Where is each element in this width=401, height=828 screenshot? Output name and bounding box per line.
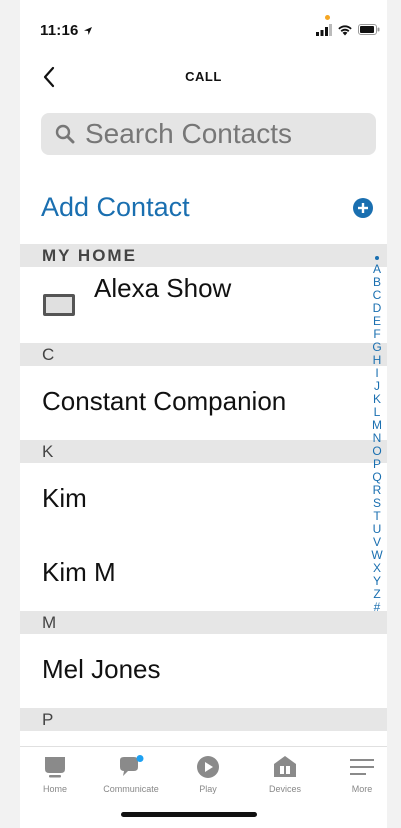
search-input[interactable] bbox=[85, 118, 365, 150]
tab-label: Communicate bbox=[103, 784, 159, 794]
contact-row[interactable]: Constant Companion bbox=[20, 366, 387, 440]
play-icon bbox=[197, 756, 219, 778]
bottom-tab-bar: Home Communicate Play Devices More bbox=[20, 746, 387, 808]
section-header-m: M bbox=[20, 611, 387, 634]
tab-home[interactable]: Home bbox=[20, 755, 90, 794]
section-header-c: C bbox=[20, 343, 387, 366]
privacy-indicator-dot bbox=[325, 15, 330, 20]
section-header-p: P bbox=[20, 708, 387, 731]
status-bar: 11:16 bbox=[20, 8, 387, 54]
devices-icon bbox=[274, 756, 296, 777]
tab-label: Play bbox=[199, 784, 217, 794]
section-header-k: K bbox=[20, 440, 387, 463]
navigation-bar: CALL bbox=[20, 54, 387, 98]
cellular-signal-icon bbox=[316, 24, 332, 36]
device-frame: 11:16 CALL Search Contacts Add Contact M… bbox=[0, 0, 401, 828]
index-top-dot[interactable] bbox=[375, 256, 379, 260]
screen: 11:16 CALL Search Contacts Add Contact M… bbox=[20, 8, 387, 826]
add-contact-link[interactable]: Add Contact bbox=[41, 192, 190, 223]
contact-name: Constant Companion bbox=[42, 386, 287, 416]
contact-name: Kim bbox=[42, 483, 87, 513]
alphabet-index[interactable]: A B C D E F G H I J K L M N O P Q R S T U V W X Y Z # bbox=[369, 254, 385, 614]
communicate-icon bbox=[120, 755, 144, 776]
tab-label: Home bbox=[42, 784, 67, 794]
contact-row[interactable]: Mel Jones bbox=[20, 634, 387, 708]
battery-icon bbox=[358, 24, 380, 35]
home-indicator bbox=[121, 812, 257, 817]
echo-show-device-icon bbox=[43, 294, 75, 316]
device-row-alexa-show[interactable]: Alexa Show bbox=[20, 267, 387, 343]
search-bar[interactable] bbox=[41, 113, 376, 155]
tab-label: More bbox=[351, 784, 373, 794]
contact-name: Mel Jones bbox=[42, 654, 161, 684]
contact-name: Kim M bbox=[42, 557, 116, 587]
contact-list: MY HOME Alexa Show C Constant Companion … bbox=[20, 244, 387, 731]
tab-communicate[interactable]: Communicate bbox=[96, 755, 166, 794]
page-title: CALL bbox=[185, 69, 222, 84]
index-letter[interactable]: # bbox=[369, 601, 385, 614]
tab-play[interactable]: Play bbox=[173, 755, 243, 794]
add-plus-circle-icon[interactable] bbox=[353, 198, 373, 218]
more-icon bbox=[350, 759, 374, 775]
status-time: 11:16 bbox=[40, 22, 79, 39]
device-name: Alexa Show bbox=[94, 273, 232, 303]
section-header-my-home: MY HOME bbox=[20, 244, 387, 267]
contact-row[interactable]: Kim M bbox=[20, 537, 387, 611]
tab-more[interactable]: More bbox=[327, 755, 387, 794]
home-icon bbox=[45, 757, 65, 778]
tab-devices[interactable]: Devices bbox=[250, 755, 320, 794]
tab-label: Devices bbox=[268, 784, 301, 794]
contact-row[interactable]: Kim bbox=[20, 463, 387, 537]
location-arrow-icon bbox=[84, 27, 92, 35]
add-contact-row[interactable]: Add Contact bbox=[20, 186, 387, 230]
wifi-icon bbox=[338, 25, 352, 36]
search-icon bbox=[55, 124, 75, 144]
